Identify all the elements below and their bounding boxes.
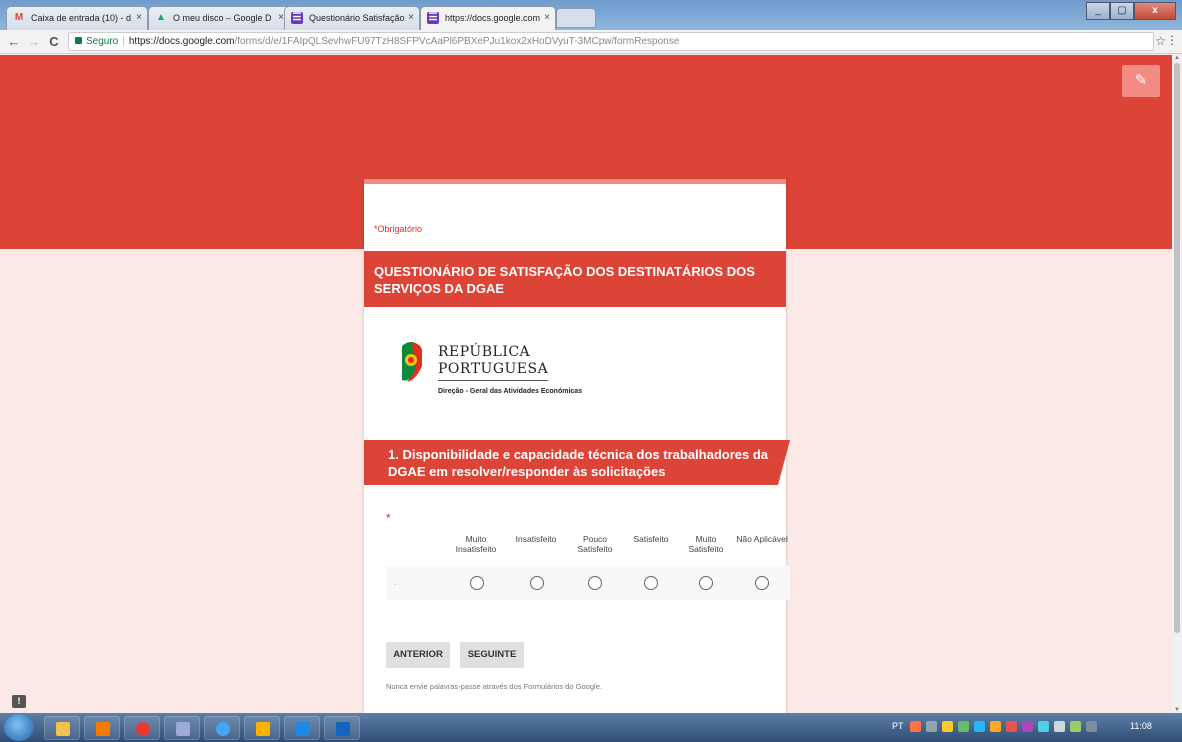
menu-icon[interactable]: ⋮ xyxy=(1166,33,1178,47)
bookmark-star-icon[interactable]: ☆ xyxy=(1155,34,1166,48)
scale-label-insatisfeito: Insatisfeito xyxy=(515,534,557,544)
scale-label-pouco-satisfeito: Pouco Satisfeito xyxy=(577,534,613,554)
tray-icon-3[interactable] xyxy=(942,721,953,732)
forms-icon: ☰ xyxy=(427,12,439,24)
section-title: 1. Disponibilidade e capacidade técnica … xyxy=(388,447,769,479)
close-icon[interactable]: × xyxy=(408,7,414,29)
form-card: *Obrigatório QUESTIONÁRIO DE SATISFAÇÃO … xyxy=(364,179,790,713)
close-icon[interactable]: × xyxy=(136,7,142,29)
lock-icon xyxy=(75,37,82,44)
ie-icon[interactable] xyxy=(204,716,240,740)
minimize-button[interactable]: _ xyxy=(1086,2,1110,20)
language-indicator[interactable]: PT xyxy=(892,721,904,731)
close-icon[interactable]: × xyxy=(544,7,550,29)
maximize-button[interactable]: ▢ xyxy=(1110,2,1134,20)
back-arrow-icon[interactable]: ← xyxy=(6,33,22,51)
form-title: QUESTIONÁRIO DE SATISFAÇÃO DOS DESTINATÁ… xyxy=(364,251,786,307)
reload-icon[interactable]: C xyxy=(46,33,62,51)
grid-row: . xyxy=(386,566,790,600)
logo-line-1: REPÚBLICA xyxy=(438,344,531,360)
media-player-icon[interactable] xyxy=(84,716,120,740)
tray-icon-6[interactable] xyxy=(990,721,1001,732)
scroll-up-arrow-icon[interactable]: ▲ xyxy=(1174,55,1180,61)
form-page: ✎ *Obrigatório QUESTIONÁRIO DE SATISFAÇÃ… xyxy=(0,55,1172,713)
tab-label: Questionário Satisfação xyxy=(309,13,405,23)
network-icon[interactable] xyxy=(1070,721,1081,732)
lync-icon[interactable] xyxy=(284,716,320,740)
back-button[interactable]: ANTERIOR xyxy=(386,642,450,668)
clock[interactable]: 11:08 xyxy=(1130,721,1152,731)
tray-icon-1[interactable] xyxy=(910,721,921,732)
window-controls: _ ▢ x xyxy=(1086,2,1176,20)
url-path: /forms/d/e/1FAIpQLSevhwFU97TzH8SFPVcAaPl… xyxy=(234,36,680,47)
tab-label: Caixa de entrada (10) - d xyxy=(31,13,132,23)
outlook-icon[interactable] xyxy=(244,716,280,740)
windows-taskbar: PT 11:08 xyxy=(0,713,1182,742)
explorer-icon[interactable] xyxy=(44,716,80,740)
radio-muito-insatisfeito[interactable] xyxy=(470,576,484,590)
tray-icon-9[interactable] xyxy=(1038,721,1049,732)
logo-line-2: PORTUGUESA xyxy=(438,361,549,377)
url-input[interactable]: Seguro | https://docs.google.com/forms/d/e… xyxy=(68,32,1154,51)
tray-icon-5[interactable] xyxy=(974,721,985,732)
new-tab-button[interactable] xyxy=(556,8,596,28)
scale-header: Muito Insatisfeito Insatisfeito Pouco Sa… xyxy=(386,534,790,564)
scale-label-muito-insatisfeito: Muito Insatisfeito xyxy=(455,534,497,554)
password-warning: Nunca envie palavras-passe através dos F… xyxy=(386,682,602,691)
feedback-icon[interactable]: ! xyxy=(12,695,26,708)
tab-label: O meu disco – Google D xyxy=(173,13,272,23)
portuguese-emblem-icon xyxy=(402,342,422,382)
chrome-icon[interactable] xyxy=(124,716,160,740)
browser-tab-bar: M Caixa de entrada (10) - d × ▲ O meu di… xyxy=(0,0,1182,30)
logo-organization: Direção - Geral das Atividades Económica… xyxy=(438,388,583,395)
tray-icon-2[interactable] xyxy=(926,721,937,732)
page-scrollbar[interactable]: ▲ ▼ xyxy=(1172,55,1182,713)
paint-icon[interactable] xyxy=(164,716,200,740)
tab-label: https://docs.google.com xyxy=(445,13,541,23)
scrollbar-thumb[interactable] xyxy=(1174,63,1180,633)
required-notice: *Obrigatório xyxy=(374,224,423,234)
address-bar-row: ← → C Seguro | https://docs.google.com/for… xyxy=(0,30,1182,54)
radio-insatisfeito[interactable] xyxy=(530,576,544,590)
republica-portuguesa-logo: REPÚBLICA PORTUGUESA Direção - Geral das… xyxy=(398,340,598,410)
required-asterisk: * xyxy=(386,511,391,525)
section-header: 1. Disponibilidade e capacidade técnica … xyxy=(364,440,792,485)
tray-icon-12[interactable] xyxy=(1086,721,1097,732)
radio-pouco-satisfeito[interactable] xyxy=(588,576,602,590)
radio-nao-aplicavel[interactable] xyxy=(755,576,769,590)
close-window-button[interactable]: x xyxy=(1134,2,1176,20)
tab-questionnaire[interactable]: ☰ Questionário Satisfação × xyxy=(284,6,420,30)
edit-pencil-icon[interactable]: ✎ xyxy=(1122,65,1160,97)
system-tray: PT 11:08 xyxy=(884,713,1182,742)
tab-gmail[interactable]: M Caixa de entrada (10) - d × xyxy=(6,6,148,30)
forward-arrow-icon[interactable]: → xyxy=(26,33,42,51)
scale-label-nao-aplicavel: Não Aplicável xyxy=(736,534,788,544)
radio-muito-satisfeito[interactable] xyxy=(699,576,713,590)
drive-icon: ▲ xyxy=(156,12,166,23)
volume-icon[interactable] xyxy=(1054,721,1065,732)
logo-divider xyxy=(438,380,548,381)
forms-icon: ☰ xyxy=(291,12,303,24)
word-icon[interactable] xyxy=(324,716,360,740)
tab-active-form[interactable]: ☰ https://docs.google.com × xyxy=(420,6,556,30)
start-button[interactable] xyxy=(4,714,34,741)
row-label: . xyxy=(394,578,397,587)
tray-icon-7[interactable] xyxy=(1006,721,1017,732)
radio-satisfeito[interactable] xyxy=(644,576,658,590)
next-button[interactable]: SEGUINTE xyxy=(460,642,524,668)
gmail-icon: M xyxy=(14,12,24,23)
scale-label-satisfeito: Satisfeito xyxy=(633,534,669,544)
secure-label: Seguro xyxy=(86,36,119,47)
url-host: https://docs.google.com xyxy=(128,36,235,47)
tab-drive[interactable]: ▲ O meu disco – Google D × xyxy=(148,6,290,30)
tray-icon-4[interactable] xyxy=(958,721,969,732)
tray-icon-8[interactable] xyxy=(1022,721,1033,732)
scale-label-muito-satisfeito: Muito Satisfeito xyxy=(688,534,724,554)
